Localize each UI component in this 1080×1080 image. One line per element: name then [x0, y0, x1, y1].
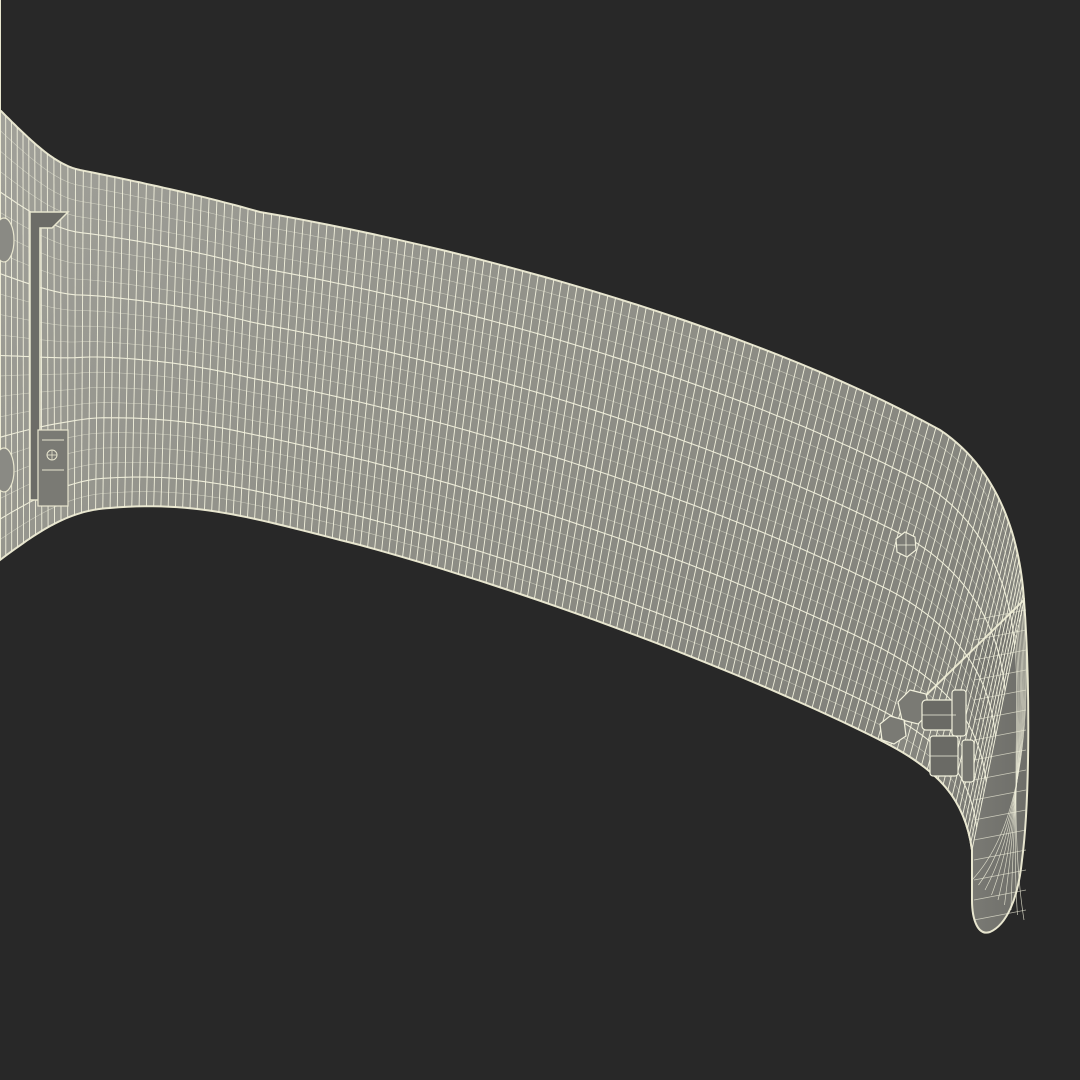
band-surface	[0, 0, 1026, 851]
wireframe-scene	[0, 0, 1030, 934]
render-viewport	[0, 0, 1080, 1080]
